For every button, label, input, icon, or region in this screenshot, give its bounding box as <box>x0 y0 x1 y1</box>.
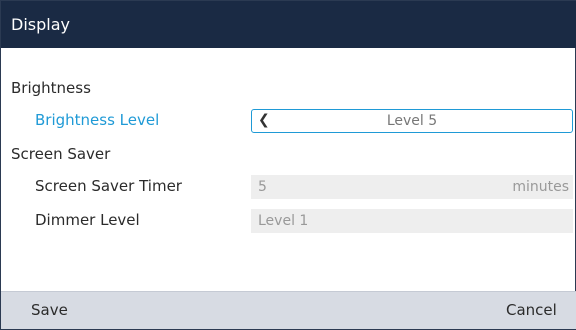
dimmer-level-value: Level 1 <box>258 213 309 229</box>
brightness-level-label: Brightness Level <box>35 111 160 129</box>
dimmer-level-field[interactable]: Level 1 <box>251 209 573 233</box>
screen-saver-timer-unit: minutes <box>512 179 569 195</box>
dimmer-level-label: Dimmer Level <box>35 211 140 229</box>
save-button[interactable]: Save <box>31 301 68 319</box>
screen-saver-timer-label: Screen Saver Timer <box>35 177 182 195</box>
brightness-level-selector[interactable]: ❮ Level 5 <box>251 109 573 133</box>
screen-saver-timer-field[interactable]: 5 minutes <box>251 175 573 199</box>
screen-saver-section-label: Screen Saver <box>11 145 111 163</box>
screen-saver-timer-value: 5 <box>258 179 267 195</box>
display-screen: Display Brightness Brightness Level ❮ Le… <box>0 0 576 330</box>
cancel-button[interactable]: Cancel <box>506 301 557 319</box>
settings-content: Brightness Brightness Level ❮ Level 5 Sc… <box>1 48 576 293</box>
window-title: Display <box>11 15 70 34</box>
brightness-level-value: Level 5 <box>386 113 438 129</box>
brightness-section-label: Brightness <box>11 79 91 97</box>
softkey-bar: Save Cancel <box>1 291 576 329</box>
title-bar: Display <box>1 1 576 48</box>
